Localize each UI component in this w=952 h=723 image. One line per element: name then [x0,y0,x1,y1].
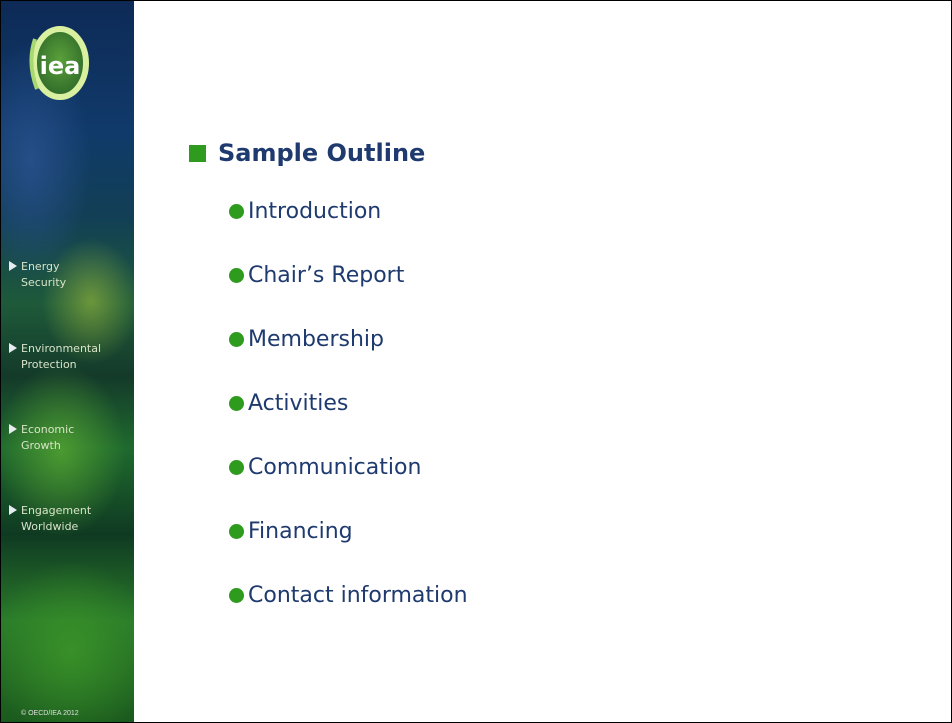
list-item: Membership [229,325,468,389]
nav-item-line2: Growth [21,439,61,452]
slide: iea Energy Security Environmental Protec… [0,0,952,723]
nav-item-economic-growth[interactable]: Economic Growth [9,422,134,454]
list-item: Chair’s Report [229,261,468,325]
square-bullet-icon [189,144,206,162]
copyright-text: © OECD/IEA 2012 [21,710,79,717]
list-item: Financing [229,517,468,581]
list-item-text: Introduction [248,199,382,224]
list-item-text: Activities [248,391,349,416]
nav-item-line2: Security [21,276,67,289]
triangle-right-icon [9,505,17,515]
nav-item-engagement-worldwide[interactable]: Engagement Worldwide [9,503,134,535]
outline-list: Introduction Chair’s Report Membership A… [229,197,468,645]
circle-bullet-icon [229,204,244,219]
triangle-right-icon [9,261,17,271]
list-item-text: Contact information [248,583,468,608]
circle-bullet-icon [229,588,244,603]
nav-item-line1: Economic [21,423,75,436]
svg-text:iea: iea [40,52,81,80]
circle-bullet-icon [229,460,244,475]
title-row: Sample Outline [189,136,425,170]
circle-bullet-icon [229,332,244,347]
page-title: Sample Outline [218,139,426,167]
circle-bullet-icon [229,524,244,539]
triangle-right-icon [9,424,17,434]
circle-bullet-icon [229,396,244,411]
nav-item-line1: Energy [21,260,60,273]
nav-item-environmental-protection[interactable]: Environmental Protection [9,341,134,373]
triangle-right-icon [9,343,17,353]
circle-bullet-icon [229,268,244,283]
nav-item-line1: Environmental [21,342,102,355]
sidebar: iea Energy Security Environmental Protec… [1,1,134,722]
list-item-text: Financing [248,519,353,544]
list-item-text: Membership [248,327,384,352]
iea-logo: iea [29,26,89,100]
list-item-text: Communication [248,455,422,480]
list-item: Activities [229,389,468,453]
list-item-text: Chair’s Report [248,263,405,288]
main-content: Sample Outline Introduction Chair’s Repo… [134,1,951,722]
nav-item-line2: Protection [21,358,77,371]
list-item: Contact information [229,581,468,645]
list-item: Introduction [229,197,468,261]
nav-item-line2: Worldwide [21,520,79,533]
nav-item-energy-security[interactable]: Energy Security [9,259,134,291]
nav-item-line1: Engagement [21,504,92,517]
list-item: Communication [229,453,468,517]
